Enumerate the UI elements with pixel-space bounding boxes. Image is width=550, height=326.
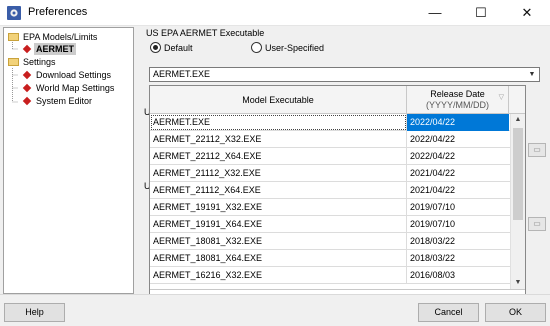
- default-radio-label: Default: [164, 43, 193, 53]
- ok-button[interactable]: OK: [485, 303, 546, 322]
- grid-header: Model Executable Release Date (YYYY/MM/D…: [150, 86, 525, 114]
- chevron-down-icon[interactable]: ▼: [526, 69, 538, 80]
- column-header-release-date[interactable]: Release Date (YYYY/MM/DD) ▽: [407, 86, 509, 114]
- diamond-icon: [22, 70, 32, 80]
- folder-icon: [8, 58, 19, 66]
- table-row[interactable]: AERMET_16216_X32.EXE 2016/08/03: [150, 267, 510, 284]
- scroll-down-arrow-icon[interactable]: ▼: [511, 277, 525, 289]
- combobox-value: AERMET.EXE: [153, 69, 211, 79]
- browse-folder-icon[interactable]: ▭: [528, 217, 546, 231]
- table-row[interactable]: AERMET_18081_X64.EXE 2018/03/22: [150, 250, 510, 267]
- column-header-executable[interactable]: Model Executable: [150, 86, 407, 114]
- release-date-cell: 2019/07/10: [410, 219, 456, 229]
- tree-item-label: EPA Models/Limits: [23, 32, 98, 42]
- close-button[interactable]: ✕: [504, 0, 550, 26]
- dialog-button-bar: Help Cancel OK: [0, 294, 550, 326]
- release-date-cell: 2018/03/22: [410, 253, 456, 263]
- table-row[interactable]: AERMET_22112_X32.EXE 2022/04/22: [150, 131, 510, 148]
- release-date-cell: 2018/03/22: [410, 236, 456, 246]
- tree-item-label: World Map Settings: [36, 83, 115, 93]
- executable-cell: AERMET_22112_X64.EXE: [150, 148, 407, 165]
- executable-cell: AERMET_22112_X32.EXE: [150, 131, 407, 148]
- release-date-cell: 2019/07/10: [410, 202, 456, 212]
- diamond-icon: [22, 44, 32, 54]
- folder-icon: [8, 33, 19, 41]
- radio-dot: [251, 42, 262, 53]
- maximize-button[interactable]: ☐: [458, 0, 504, 26]
- executable-cell: AERMET_21112_X32.EXE: [150, 165, 407, 182]
- executable-combobox[interactable]: AERMET.EXE ▼: [149, 67, 540, 82]
- release-date-header-label: Release Date: [430, 89, 485, 99]
- release-date-format-label: (YYYY/MM/DD): [426, 100, 489, 110]
- title-bar: Preferences — ☐ ✕: [0, 0, 550, 26]
- executable-cell: AERMET_18081_X32.EXE: [150, 233, 407, 250]
- browse-folder-icon[interactable]: ▭: [528, 143, 546, 157]
- tree-item-label: Download Settings: [36, 70, 112, 80]
- grid-rows: AERMET.EXE 2022/04/22 AERMET_22112_X32.E…: [150, 114, 510, 288]
- tree-item-label: Settings: [23, 57, 56, 67]
- executable-cell: AERMET_16216_X32.EXE: [150, 267, 407, 284]
- vertical-scrollbar[interactable]: ▲ ▼: [510, 114, 525, 289]
- release-date-cell: 2022/04/22: [407, 114, 509, 131]
- executable-cell: AERMET.EXE: [150, 114, 407, 131]
- radio-dot: [150, 42, 161, 53]
- help-button[interactable]: Help: [4, 303, 65, 322]
- table-row[interactable]: AERMET_18081_X32.EXE 2018/03/22: [150, 233, 510, 250]
- diamond-icon: [22, 96, 32, 106]
- sort-icon: ▽: [498, 94, 504, 101]
- release-date-cell: 2022/04/22: [410, 134, 456, 144]
- release-date-cell: 2021/04/22: [410, 185, 456, 195]
- tree-item-label: AERMET: [34, 43, 76, 55]
- table-row[interactable]: AERMET.EXE 2022/04/22: [150, 114, 510, 131]
- release-date-cell: 2016/08/03: [410, 270, 456, 280]
- settings-tree: EPA Models/Limits AERMET Settings Downlo…: [3, 27, 134, 294]
- diamond-icon: [22, 83, 32, 93]
- window-title: Preferences: [28, 6, 88, 18]
- executable-cell: AERMET_21112_X64.EXE: [150, 182, 407, 199]
- scrollbar-thumb[interactable]: [513, 128, 523, 220]
- scroll-up-arrow-icon[interactable]: ▲: [511, 114, 525, 126]
- app-gear-icon: [7, 6, 21, 20]
- executable-cell: AERMET_19191_X64.EXE: [150, 216, 407, 233]
- cancel-button[interactable]: Cancel: [418, 303, 479, 322]
- executable-dropdown-list: Model Executable Release Date (YYYY/MM/D…: [149, 85, 526, 309]
- minimize-button[interactable]: —: [412, 0, 458, 26]
- table-row[interactable]: AERMET_21112_X64.EXE 2021/04/22: [150, 182, 510, 199]
- executable-group-title: US EPA AERMET Executable: [146, 28, 265, 38]
- release-date-cell: 2021/04/22: [410, 168, 456, 178]
- release-date-cell: 2022/04/22: [410, 151, 456, 161]
- table-row[interactable]: AERMET_19191_X64.EXE 2019/07/10: [150, 216, 510, 233]
- table-row[interactable]: AERMET_22112_X64.EXE 2022/04/22: [150, 148, 510, 165]
- tree-item-label: System Editor: [36, 96, 93, 106]
- aermet-settings-panel: US EPA AERMET Executable Default User-Sp…: [136, 27, 547, 309]
- user-specified-radio-label: User-Specified: [265, 43, 325, 53]
- executable-cell: AERMET_19191_X32.EXE: [150, 199, 407, 216]
- table-row[interactable]: AERMET_21112_X32.EXE 2021/04/22: [150, 165, 510, 182]
- executable-cell: AERMET_18081_X64.EXE: [150, 250, 407, 267]
- table-row[interactable]: AERMET_19191_X32.EXE 2019/07/10: [150, 199, 510, 216]
